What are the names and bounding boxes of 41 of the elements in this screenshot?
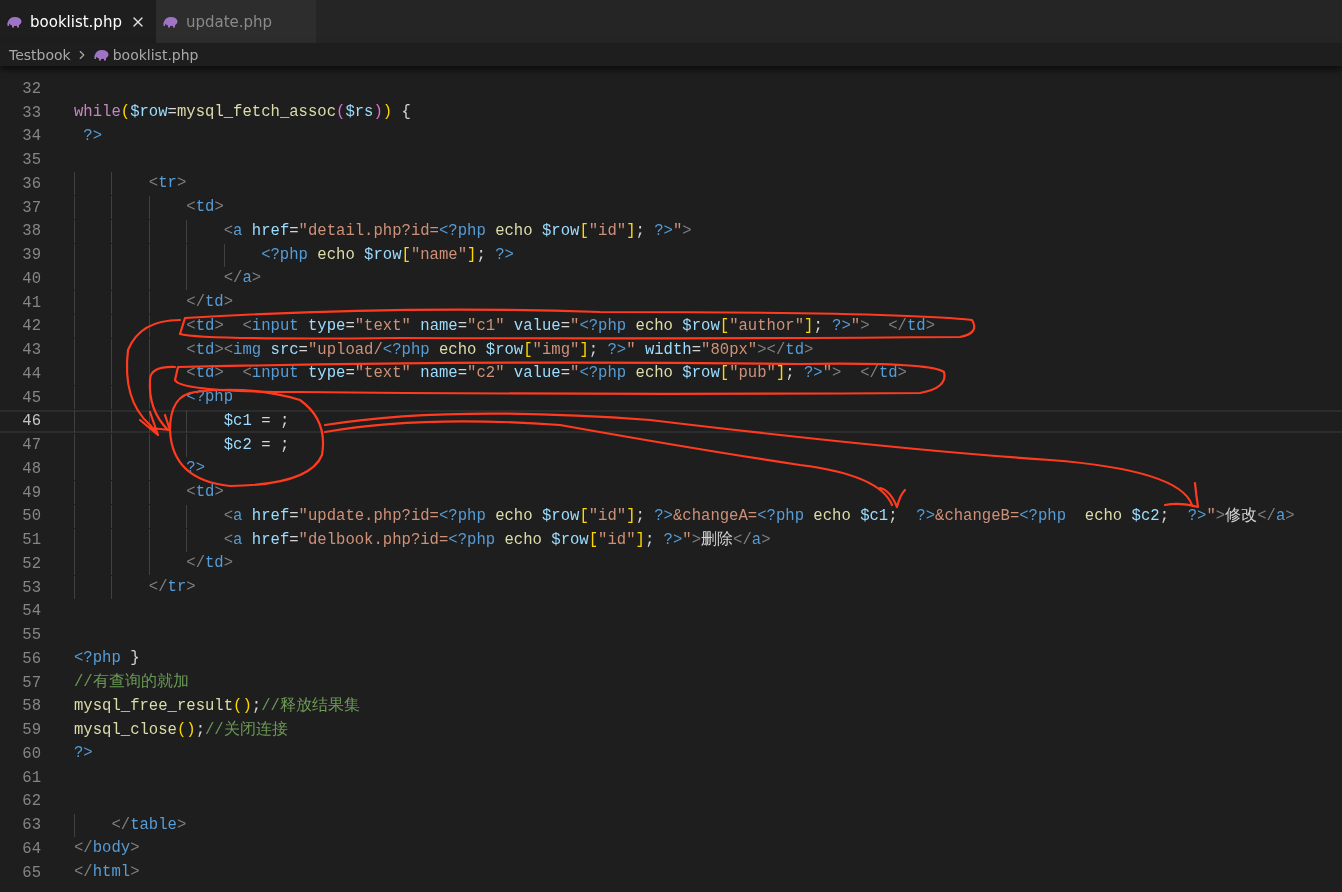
line-number: 64 (21, 839, 41, 858)
line-number: 55 (21, 626, 41, 645)
line-number: 51 (21, 531, 41, 550)
line-number: 38 (21, 222, 41, 241)
line-number: 42 (21, 317, 41, 336)
line-number: 63 (21, 816, 41, 835)
line-number: 61 (21, 768, 41, 787)
line-number: 59 (21, 721, 41, 740)
line-number: 45 (21, 388, 41, 407)
line-number: 34 (21, 127, 41, 146)
line-number: 37 (21, 198, 41, 217)
line-number: 33 (21, 103, 41, 122)
line-number: 44 (21, 364, 41, 383)
line-number: 41 (21, 293, 41, 312)
editor-tab[interactable]: booklist.php (0, 0, 156, 43)
line-number: 58 (21, 697, 41, 716)
line-number: 48 (21, 459, 41, 478)
line-number: 62 (21, 792, 41, 811)
line-number: 49 (21, 483, 41, 502)
elephant-icon (6, 15, 22, 28)
line-number: 53 (21, 578, 41, 597)
breadcrumb-item[interactable]: Testbook (9, 46, 71, 63)
line-number: 36 (21, 174, 41, 193)
line-number: 40 (21, 269, 41, 288)
line-number: 50 (21, 507, 41, 526)
line-number: 32 (21, 79, 41, 98)
line-number: 39 (21, 246, 41, 265)
line-number: 56 (21, 649, 41, 668)
editor-tab[interactable]: update.php (155, 0, 316, 43)
line-number: 46 (21, 412, 41, 431)
line-number: 54 (21, 602, 41, 621)
elephant-icon (92, 48, 109, 61)
line-number: 52 (21, 554, 41, 573)
line-number: 47 (21, 436, 41, 455)
line-number: 43 (21, 341, 41, 360)
breadcrumb-item[interactable]: booklist.php (112, 46, 199, 63)
line-number: 35 (21, 151, 41, 170)
elephant-icon (161, 15, 178, 28)
line-number: 65 (21, 863, 41, 882)
line-number: 57 (21, 673, 41, 692)
line-number: 60 (21, 744, 41, 763)
